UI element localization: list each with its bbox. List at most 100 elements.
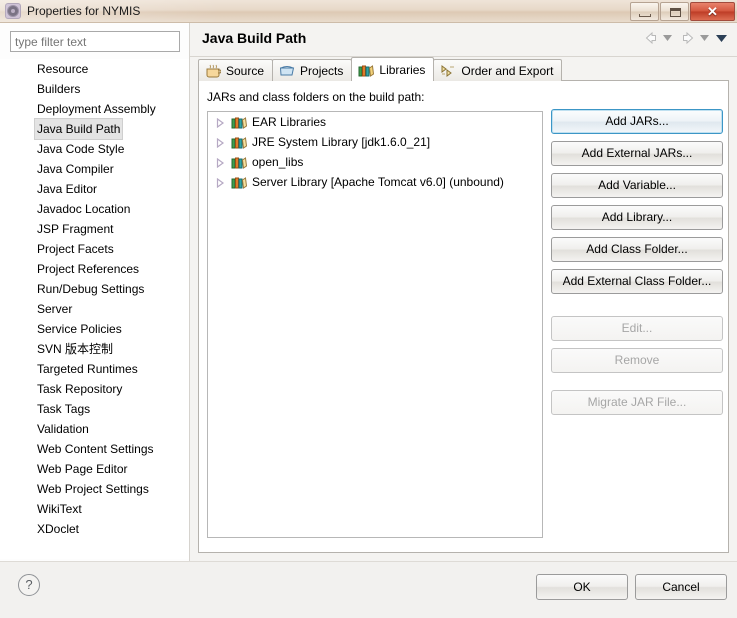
sidebar-item-label: Web Page Editor [37, 462, 128, 476]
order-export-icon [440, 63, 456, 79]
tab-order-and-export[interactable]: Order and Export [433, 59, 563, 81]
sidebar-item-task-tags[interactable]: Task Tags [0, 399, 189, 419]
maximize-button[interactable] [660, 1, 689, 21]
library-tree-row[interactable]: open_libs [208, 152, 542, 172]
properties-dialog: Properties for NYMIS ✕ Resource Builders D… [0, 0, 737, 618]
minimize-icon [639, 13, 651, 17]
sidebar-item-targeted-runtimes[interactable]: Targeted Runtimes [0, 359, 189, 379]
back-arrow-icon[interactable] [642, 29, 660, 47]
sidebar-item-label: Java Build Path [34, 118, 124, 140]
sidebar-item-wikitext[interactable]: WikiText [0, 499, 189, 519]
sidebar-item-project-facets[interactable]: Project Facets [0, 239, 189, 259]
sidebar-item-label: Resource [37, 62, 89, 76]
library-entry-label: open_libs [252, 155, 304, 169]
sidebar-item-label: Targeted Runtimes [37, 362, 138, 376]
sidebar-item-label: Project Facets [37, 242, 114, 256]
page-nav-controls [642, 29, 729, 47]
tab-label: Libraries [379, 62, 426, 77]
sidebar-item-label: SVN 版本控制 [37, 342, 114, 356]
sidebar-item-java-editor[interactable]: Java Editor [0, 179, 189, 199]
forward-chevron-down-icon[interactable] [700, 29, 713, 47]
sidebar-item-label: Java Code Style [37, 142, 125, 156]
tab-libraries[interactable]: Libraries [351, 57, 435, 81]
dialog-footer: ? OK Cancel [0, 561, 737, 618]
settings-page-pane: Java Build Path Source Projects Librarie… [190, 23, 737, 561]
add-external-jars-button[interactable]: Add External JARs... [551, 141, 723, 166]
sidebar-item-label: Service Policies [37, 322, 122, 336]
sidebar-item-label: Java Compiler [37, 162, 114, 176]
tab-projects[interactable]: Projects [272, 59, 353, 81]
sidebar-item-java-build-path[interactable]: Java Build Path [0, 118, 189, 140]
sidebar-item-jsp-fragment[interactable]: JSP Fragment [0, 219, 189, 239]
library-icon [231, 114, 247, 130]
expand-triangle-icon[interactable] [216, 156, 229, 169]
tab-label: Order and Export [461, 63, 554, 78]
close-icon: ✕ [707, 3, 718, 19]
sidebar-item-label: Web Content Settings [37, 442, 154, 456]
sidebar-item-javadoc-location[interactable]: Javadoc Location [0, 199, 189, 219]
sidebar-item-web-content-settings[interactable]: Web Content Settings [0, 439, 189, 459]
ok-button[interactable]: OK [536, 574, 628, 600]
sidebar-item-run-debug-settings[interactable]: Run/Debug Settings [0, 279, 189, 299]
sidebar-item-validation[interactable]: Validation [0, 419, 189, 439]
sidebar-item-label: XDoclet [37, 522, 80, 536]
sidebar-item-web-page-editor[interactable]: Web Page Editor [0, 459, 189, 479]
title-bar[interactable]: Properties for NYMIS ✕ [0, 0, 737, 23]
page-header: Java Build Path [190, 23, 737, 57]
library-tree-row[interactable]: JRE System Library [jdk1.6.0_21] [208, 132, 542, 152]
add-variable-button[interactable]: Add Variable... [551, 173, 723, 198]
sidebar-item-label: Javadoc Location [37, 202, 131, 216]
library-entry-label: EAR Libraries [252, 115, 327, 129]
libraries-action-buttons: Add JARs... Add External JARs... Add Varia… [551, 109, 723, 422]
sidebar-item-java-code-style[interactable]: Java Code Style [0, 139, 189, 159]
page-title: Java Build Path [202, 30, 307, 46]
sidebar-item-web-project-settings[interactable]: Web Project Settings [0, 479, 189, 499]
sidebar-item-java-compiler[interactable]: Java Compiler [0, 159, 189, 179]
view-menu-chevron-down-icon[interactable] [716, 29, 729, 47]
sidebar-item-label: Run/Debug Settings [37, 282, 145, 296]
minimize-button[interactable] [630, 1, 659, 21]
library-entry-label: Server Library [Apache Tomcat v6.0] (unb… [252, 175, 504, 189]
library-icon [231, 134, 247, 150]
sidebar-item-label: Project References [37, 262, 140, 276]
add-external-class-folder-button[interactable]: Add External Class Folder... [551, 269, 723, 294]
expand-triangle-icon[interactable] [216, 176, 229, 189]
sidebar-item-deployment-assembly[interactable]: Deployment Assembly [0, 99, 189, 119]
library-tree-row[interactable]: EAR Libraries [208, 112, 542, 132]
add-jars-button[interactable]: Add JARs... [551, 109, 723, 134]
sidebar-item-label: Task Tags [37, 402, 91, 416]
sidebar-item-resource[interactable]: Resource [0, 59, 189, 79]
remove-button: Remove [551, 348, 723, 373]
sidebar-item-label: Validation [37, 422, 89, 436]
sidebar-item-server[interactable]: Server [0, 299, 189, 319]
libraries-tree[interactable]: EAR Libraries JRE System Library [jdk1.6.… [207, 111, 543, 538]
edit-button: Edit... [551, 316, 723, 341]
sidebar-item-label: Java Editor [37, 182, 98, 196]
sidebar-item-builders[interactable]: Builders [0, 79, 189, 99]
settings-navigation-pane: Resource Builders Deployment Assembly Java … [0, 23, 190, 561]
close-button[interactable]: ✕ [690, 1, 735, 21]
settings-tree[interactable]: Resource Builders Deployment Assembly Java … [0, 59, 189, 559]
filter-input[interactable] [10, 31, 180, 52]
expand-triangle-icon[interactable] [216, 116, 229, 129]
projects-icon [279, 63, 295, 79]
migrate-jar-file-button: Migrate JAR File... [551, 390, 723, 415]
back-chevron-down-icon[interactable] [663, 29, 676, 47]
cancel-button[interactable]: Cancel [635, 574, 727, 600]
sidebar-item-task-repository[interactable]: Task Repository [0, 379, 189, 399]
help-icon[interactable]: ? [18, 574, 40, 596]
tab-source[interactable]: Source [198, 59, 274, 81]
library-tree-row[interactable]: Server Library [Apache Tomcat v6.0] (unb… [208, 172, 542, 192]
sidebar-item-label: Web Project Settings [37, 482, 149, 496]
sidebar-item-label: JSP Fragment [37, 222, 114, 236]
add-library-button[interactable]: Add Library... [551, 205, 723, 230]
add-class-folder-button[interactable]: Add Class Folder... [551, 237, 723, 262]
sidebar-item-project-references[interactable]: Project References [0, 259, 189, 279]
libraries-icon [358, 62, 375, 78]
sidebar-item-svn[interactable]: SVN 版本控制 [0, 339, 189, 359]
sidebar-item-service-policies[interactable]: Service Policies [0, 319, 189, 339]
window-controls: ✕ [629, 1, 737, 22]
expand-triangle-icon[interactable] [216, 136, 229, 149]
forward-arrow-icon[interactable] [679, 29, 697, 47]
sidebar-item-xdoclet[interactable]: XDoclet [0, 519, 189, 539]
